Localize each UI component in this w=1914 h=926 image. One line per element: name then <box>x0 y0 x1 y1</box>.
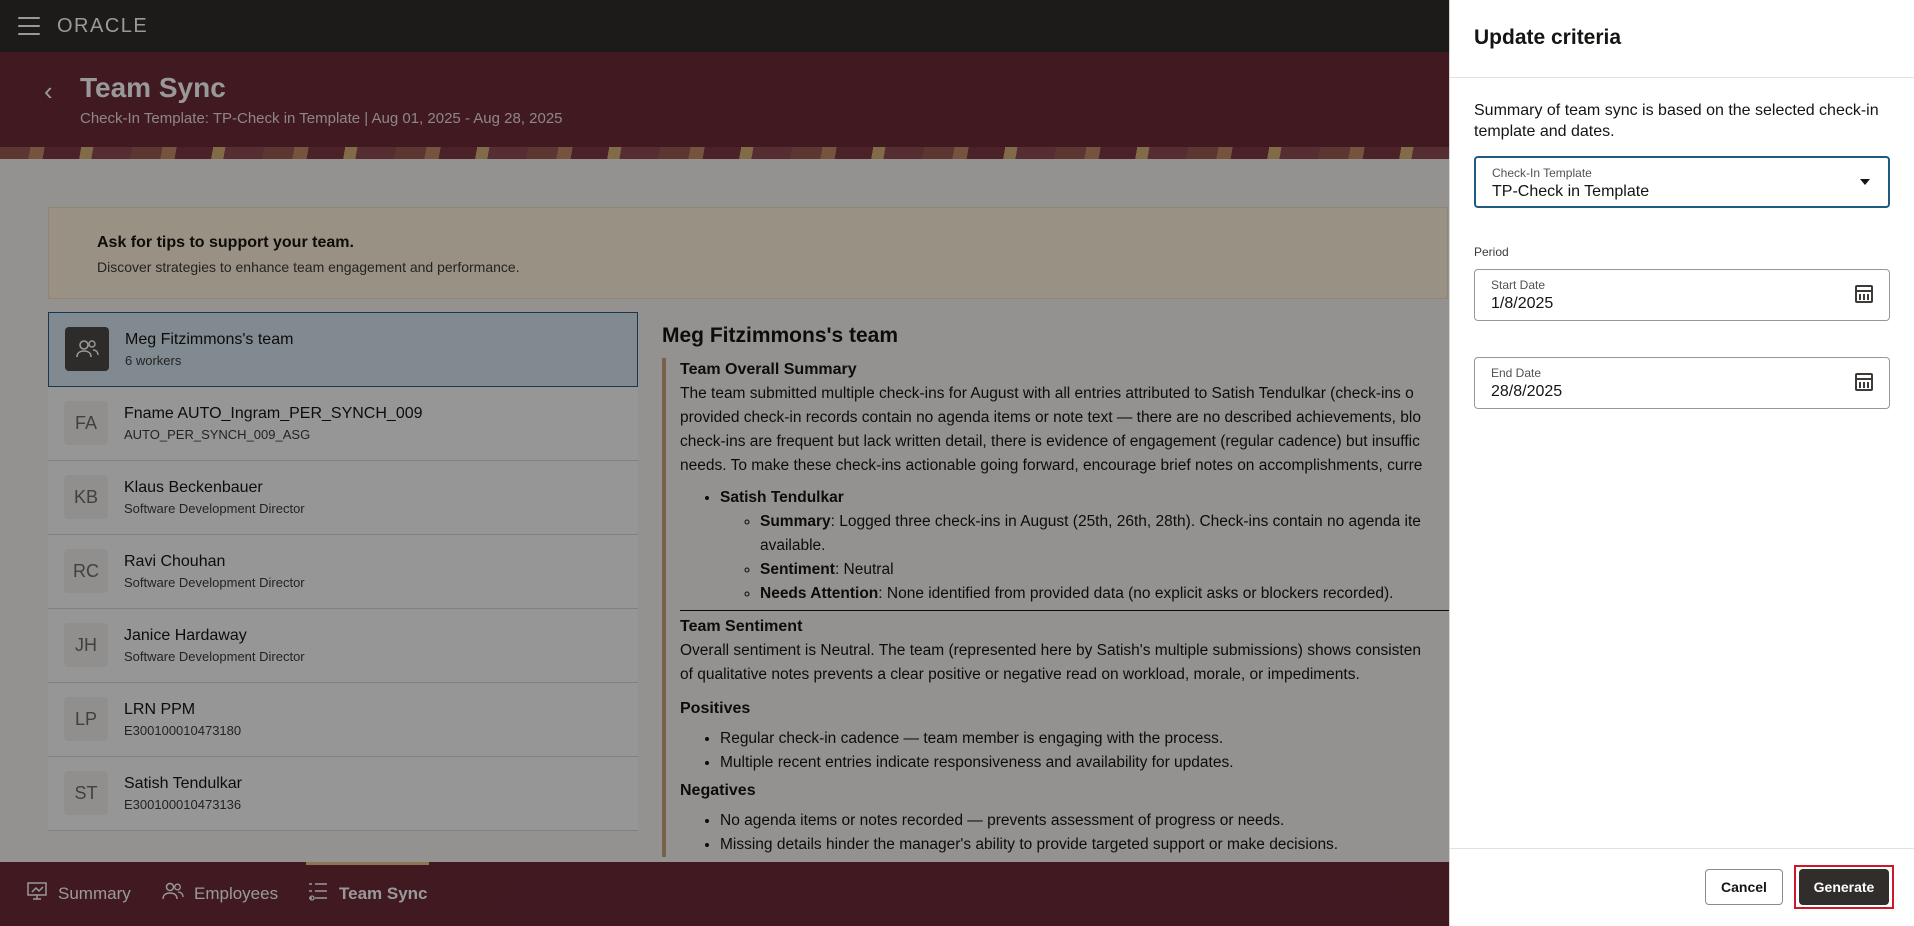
modal-overlay[interactable] <box>0 0 1450 926</box>
field-value: 1/8/2025 <box>1491 295 1554 312</box>
generate-button-highlight: Generate <box>1794 865 1894 909</box>
field-value: 28/8/2025 <box>1491 383 1563 400</box>
cancel-button[interactable]: Cancel <box>1705 869 1783 905</box>
field-value: TP-Check in Template <box>1492 183 1650 200</box>
generate-button[interactable]: Generate <box>1799 869 1889 905</box>
chevron-down-icon[interactable] <box>1860 179 1870 185</box>
start-date-field[interactable]: Start Date 1/8/2025 <box>1474 269 1890 321</box>
field-label: End Date <box>1491 366 1542 380</box>
drawer-title: Update criteria <box>1474 26 1622 49</box>
update-criteria-drawer: Update criteria Summary of team sync is … <box>1449 0 1914 926</box>
drawer-description: Summary of team sync is based on the sel… <box>1474 102 1879 140</box>
field-label: Check-In Template <box>1492 166 1592 180</box>
calendar-icon[interactable] <box>1855 285 1873 303</box>
calendar-icon[interactable] <box>1855 373 1873 391</box>
divider <box>1450 77 1914 78</box>
divider <box>1450 848 1914 849</box>
end-date-field[interactable]: End Date 28/8/2025 <box>1474 357 1890 409</box>
check-in-template-select[interactable]: Check-In Template TP-Check in Template <box>1474 156 1890 208</box>
period-label: Period <box>1474 245 1509 259</box>
field-label: Start Date <box>1491 278 1546 292</box>
